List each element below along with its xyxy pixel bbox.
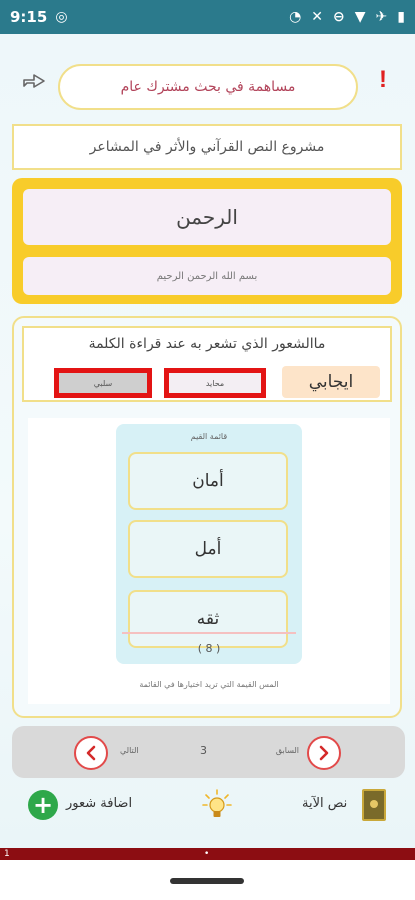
feeling-question: ماالشعور الذي تشعر به عند قراءة الكلمة [88,336,326,352]
pager: التالي 3 السابق [12,726,405,778]
chevron-left-icon [86,745,96,761]
plus-icon: + [32,791,54,819]
share-icon[interactable] [20,68,50,92]
notification-icon: ◎ [55,9,68,25]
add-feeling-button[interactable]: + [28,790,58,820]
verse-display: بسم الله الرحمن الرحيم [23,257,391,295]
prev-label: السابق [275,746,299,755]
status-time: 9:15 [10,8,48,26]
mute-icon: ✕ [311,9,324,25]
feeling-card: ماالشعور الذي تشعر به عند قراءة الكلمة س… [12,316,402,718]
add-feeling-label[interactable]: اضافة شعور [66,796,132,811]
values-divider [122,632,296,634]
chevron-right-icon [319,745,329,761]
alert-icon[interactable]: ! [379,66,387,94]
values-hint: المس القيمة التي تريد اختيارها في القائم… [139,680,279,689]
status-icons: ◔ ✕ ⊖ ▼ ✈ ▮ [289,0,405,34]
page-number: 3 [200,744,207,757]
next-button[interactable] [74,736,108,770]
system-nav-bar [0,860,415,900]
values-list[interactable]: قائمة القيم أمان أمل ثقه ( 8 ) [116,424,302,664]
word-card: الرحمن بسم الله الرحمن الرحيم [12,178,402,304]
next-label: التالي [120,746,139,755]
values-title: قائمة القيم [190,432,228,441]
ad-bar-center: • [204,849,210,859]
battery-icon: ▮ [397,9,405,25]
values-count: ( 8 ) [197,642,221,655]
ad-bar: 1 • [0,848,415,860]
negative-button[interactable]: سلبي [54,368,152,398]
values-area: قائمة القيم أمان أمل ثقه ( 8 ) المس القي… [28,418,390,704]
project-title: مشروع النص القرآني والأثر في المشاعر [12,124,402,170]
feeling-question-box: ماالشعور الذي تشعر به عند قراءة الكلمة س… [22,326,392,402]
header-title[interactable]: مساهمة في بحث مشترك عام [58,64,358,110]
lightbulb-icon[interactable] [200,788,234,822]
alarm-icon: ◔ [289,9,302,25]
value-item[interactable]: أمل [128,520,288,578]
wifi-icon: ▼ [354,9,366,25]
verse-text-label[interactable]: نص الآية [302,796,347,811]
positive-button[interactable]: ايجابي [282,366,380,398]
airplane-icon: ✈ [375,9,388,25]
neutral-label: محايد [169,373,261,393]
bottom-actions: + اضافة شعور نص الآية [0,786,415,826]
value-item[interactable]: أمان [128,452,288,510]
quran-icon[interactable] [362,789,386,821]
dnd-icon: ⊖ [333,9,345,25]
prev-button[interactable] [307,736,341,770]
status-bar: 9:15 ◎ ◔ ✕ ⊖ ▼ ✈ ▮ [0,0,415,34]
ad-bar-left: 1 [4,849,10,859]
header: مساهمة في بحث مشترك عام ! [0,62,415,112]
value-item[interactable]: ثقه [128,590,288,648]
neutral-button[interactable]: محايد [164,368,266,398]
word-display: الرحمن [23,189,391,245]
negative-label: سلبي [59,373,147,393]
home-gesture-handle[interactable] [170,878,244,884]
